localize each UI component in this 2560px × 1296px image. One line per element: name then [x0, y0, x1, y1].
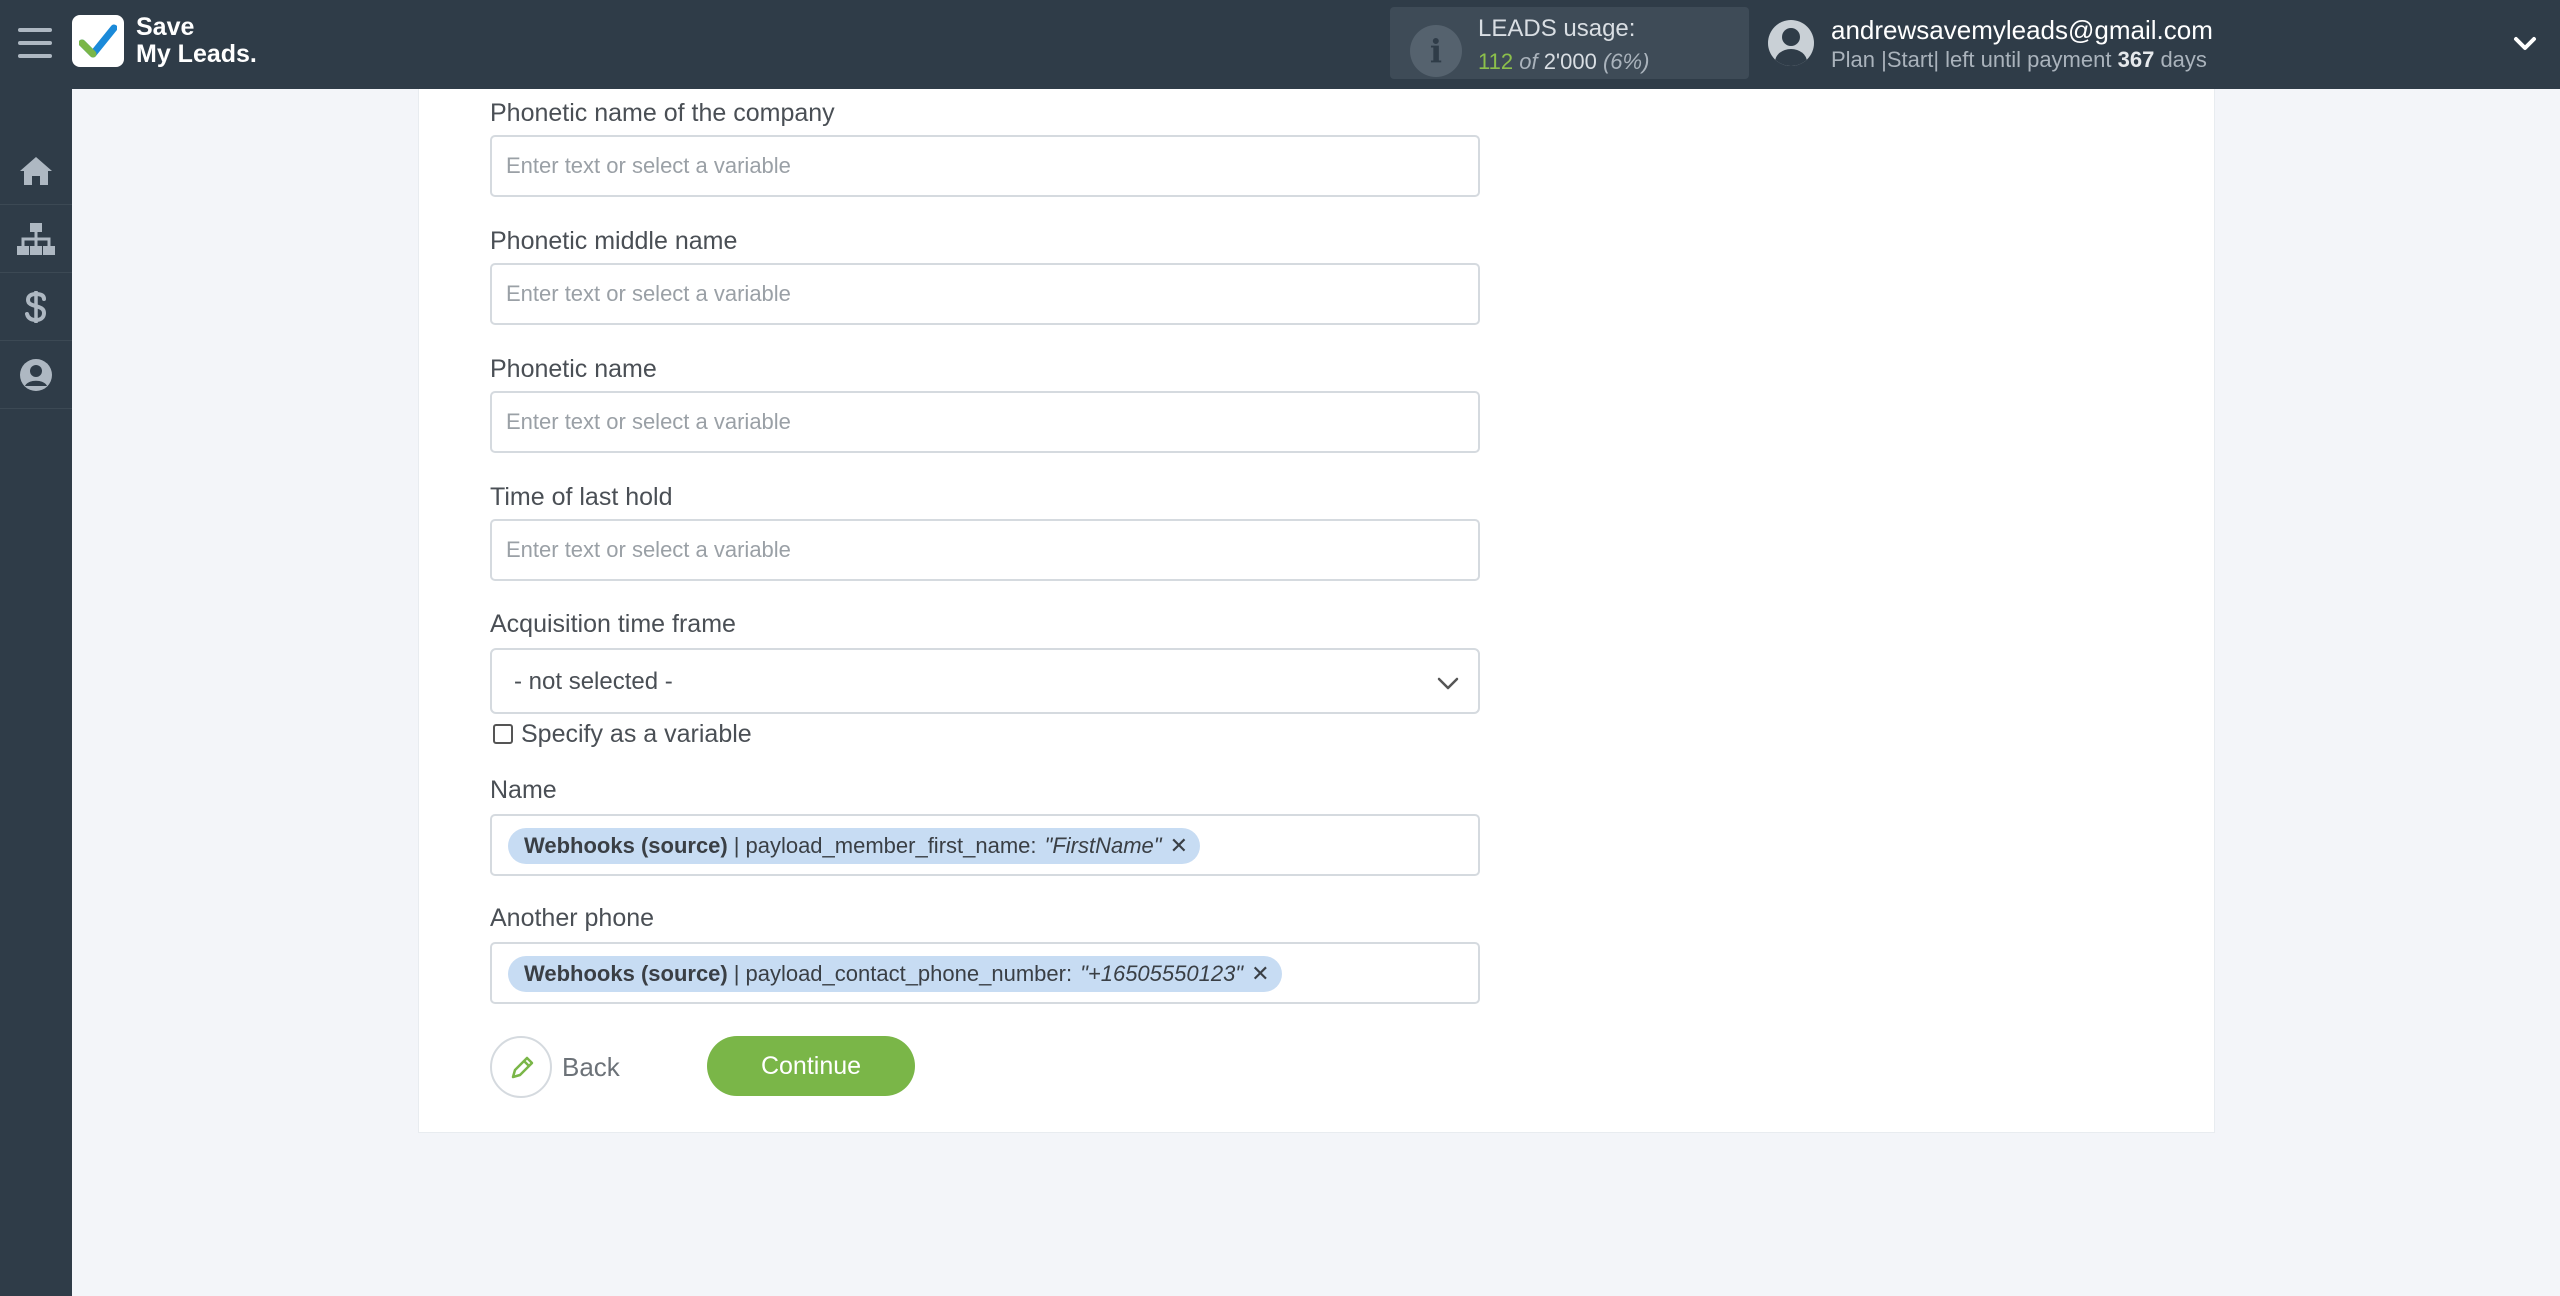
phonetic-middle-name-input[interactable] — [490, 263, 1480, 325]
field-label-phonetic-name: Phonetic name — [490, 355, 657, 383]
user-plan: Plan |Start| left until payment 367 days — [1831, 47, 2207, 73]
sidebar-item-home[interactable] — [0, 137, 72, 205]
usage-total: 2'000 — [1543, 49, 1597, 74]
brand-line-1: Save — [136, 13, 195, 41]
sitemap-icon — [17, 222, 55, 255]
back-label[interactable]: Back — [562, 1052, 620, 1083]
tag-source: Webhooks (source) — [524, 961, 728, 986]
chevron-down-icon — [1437, 677, 1459, 690]
tag-field-name: payload_member_first_name: — [745, 833, 1037, 858]
dollar-icon — [25, 290, 47, 323]
another-phone-field[interactable]: Webhooks (source) | payload_contact_phon… — [490, 942, 1480, 1004]
plan-text: Plan |Start| left until payment — [1831, 47, 2112, 72]
specify-variable-checkbox[interactable] — [493, 724, 513, 744]
remove-tag-icon[interactable]: ✕ — [1170, 833, 1188, 859]
sidebar — [0, 89, 72, 1296]
user-email[interactable]: andrewsavemyleads@gmail.com — [1831, 15, 2213, 46]
continue-button[interactable]: Continue — [707, 1036, 915, 1096]
logo-check-icon — [79, 24, 117, 58]
logo[interactable] — [72, 15, 124, 67]
select-value: - not selected - — [514, 668, 673, 695]
tag-source: Webhooks (source) — [524, 833, 728, 858]
usage-value: 112 of 2'000 (6%) — [1478, 49, 1649, 75]
tag-value: "+16505550123" — [1080, 961, 1244, 986]
usage-label: LEADS usage: — [1478, 15, 1636, 42]
variable-tag[interactable]: Webhooks (source) | payload_contact_phon… — [508, 956, 1282, 992]
remove-tag-icon[interactable]: ✕ — [1251, 961, 1269, 987]
usage-used: 112 — [1478, 49, 1514, 74]
specify-variable-label[interactable]: Specify as a variable — [521, 720, 752, 749]
info-icon: i — [1410, 25, 1462, 77]
menu-icon[interactable] — [18, 28, 52, 58]
sidebar-item-connections[interactable] — [0, 205, 72, 273]
brand-line-2: My Leads. — [136, 40, 257, 68]
field-label-another-phone: Another phone — [490, 904, 655, 932]
plan-days: 367 — [2117, 47, 2155, 72]
variable-tag[interactable]: Webhooks (source) | payload_member_first… — [508, 828, 1201, 864]
field-label-time-of-last-hold: Time of last hold — [490, 483, 673, 511]
brand-name: Save My Leads. — [136, 14, 257, 68]
phonetic-company-input[interactable] — [490, 135, 1480, 197]
pencil-icon — [511, 1056, 534, 1079]
acquisition-time-frame-select[interactable]: - not selected - — [490, 648, 1480, 714]
field-label-name: Name — [490, 776, 557, 804]
sidebar-item-billing[interactable] — [0, 273, 72, 341]
plan-days-suffix: days — [2160, 47, 2207, 72]
account-icon — [20, 358, 52, 391]
name-field[interactable]: Webhooks (source) | payload_member_first… — [490, 814, 1480, 876]
home-icon — [20, 156, 52, 185]
phonetic-name-input[interactable] — [490, 391, 1480, 453]
field-label-phonetic-middle-name: Phonetic middle name — [490, 227, 738, 255]
chevron-down-icon[interactable] — [2512, 30, 2538, 56]
tag-value: "FirstName" — [1044, 833, 1162, 858]
field-label-acquisition: Acquisition time frame — [490, 610, 736, 638]
tag-separator: | — [733, 833, 740, 858]
tag-field-name: payload_contact_phone_number: — [745, 961, 1073, 986]
leads-usage-panel: i LEADS usage: 112 of 2'000 (6%) — [1390, 7, 1749, 79]
field-label-phonetic-company: Phonetic name of the company — [490, 99, 835, 127]
sidebar-item-account[interactable] — [0, 341, 72, 409]
usage-percent: (6%) — [1602, 49, 1650, 74]
tag-separator: | — [733, 961, 740, 986]
avatar[interactable] — [1768, 20, 1814, 66]
back-button[interactable] — [490, 1036, 552, 1098]
usage-of: of — [1519, 49, 1538, 74]
top-bar: Save My Leads. i LEADS usage: 112 of 2'0… — [0, 0, 2560, 89]
time-of-last-hold-input[interactable] — [490, 519, 1480, 581]
